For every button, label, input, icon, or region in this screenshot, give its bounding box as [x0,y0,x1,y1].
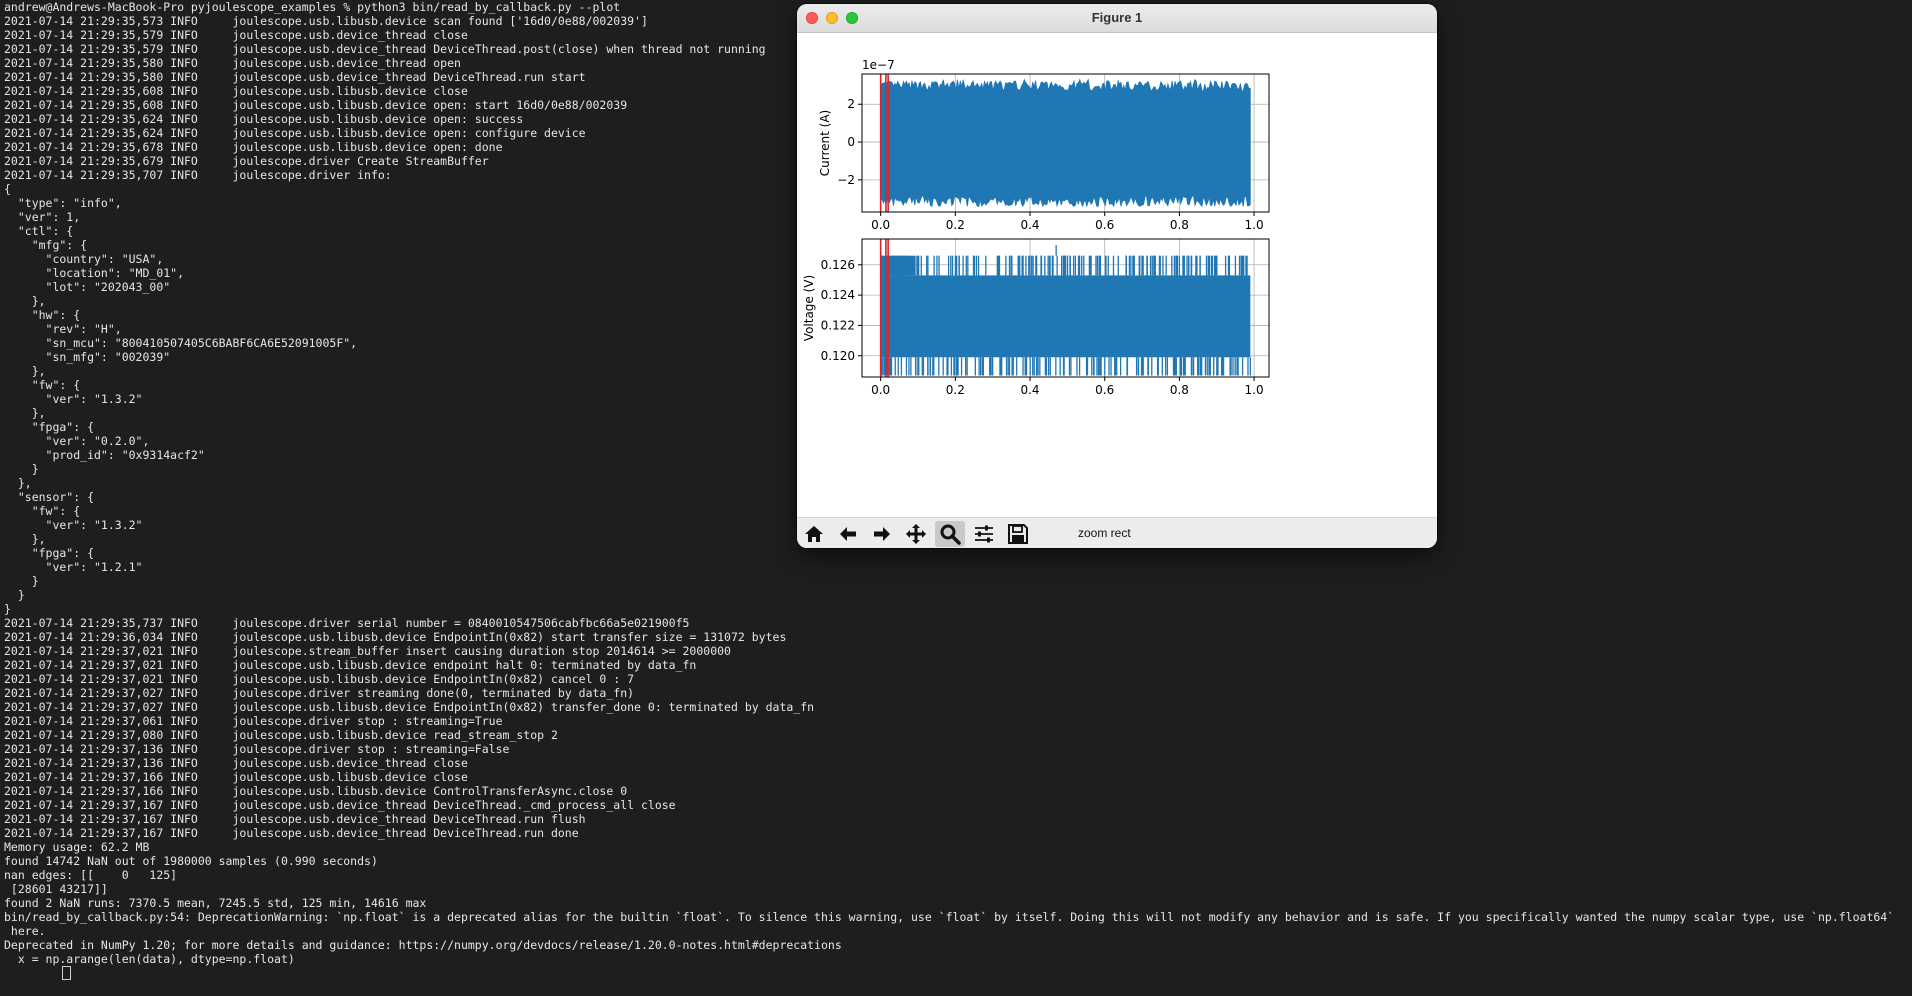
terminal-line: bin/read_by_callback.py:54: DeprecationW… [4,910,1895,924]
current-axes: 0.0 0.2 0.4 0.6 0.8 1.0 −2 0 2 Current (A) 1e−7 [818,58,1270,232]
terminal-line: x = np.arange(len(data), dtype=np.float) [4,952,295,966]
terminal-line: found 14742 NaN out of 1980000 samples (… [4,854,378,868]
x-tick-label: 0.2 [946,383,965,397]
zoom-icon [940,524,961,545]
terminal-line: 2021-07-14 21:29:37,167 INFO joulescope.… [4,812,586,826]
pan-icon [906,524,926,544]
terminal-line: [28601 43217]] [4,882,108,896]
y-tick-label: 0.126 [821,258,855,272]
back-button[interactable] [833,521,863,547]
y-tick-label: 0.122 [821,318,855,332]
voltage-axes: 0.0 0.2 0.4 0.6 0.8 1.0 0.120 0.122 0.124 0.126 Vo… [802,238,1270,397]
forward-arrow-icon [874,527,890,541]
terminal-cursor [62,966,71,980]
configure-subplots-button[interactable] [969,521,999,547]
configure-subplots-icon [975,525,993,543]
current-series-line [880,78,1251,208]
y-axis-label: Voltage (V) [802,275,816,341]
toolbar-status: zoom rect [1078,526,1131,540]
terminal-prompt-line[interactable] [0,966,1912,980]
y-tick-label: −2 [837,173,855,187]
x-tick-label: 0.8 [1170,383,1189,397]
home-icon [805,526,823,542]
terminal-line: 2021-07-14 21:29:37,136 INFO joulescope.… [4,756,468,770]
figure-svg: 0.0 0.2 0.4 0.6 0.8 1.0−202Current (A)1e−70.0… [802,58,1270,397]
window-title: Figure 1 [1091,10,1143,25]
terminal-line: } [4,588,25,602]
terminal-line: found 2 NaN runs: 7370.5 mean, 7245.5 st… [4,896,427,910]
terminal-line: 2021-07-14 21:29:37,166 INFO joulescope.… [4,784,628,798]
plot-canvas[interactable]: 0.0 0.2 0.4 0.6 0.8 1.0 −2 0 2 Current (A) 1e−7 0.0… [797,33,1437,517]
terminal-line: 2021-07-14 21:29:36,034 INFO joulescope.… [4,630,787,644]
terminal-line: Deprecated in NumPy 1.20; for more detai… [4,938,842,952]
home-button[interactable] [799,521,829,547]
save-icon [1008,524,1028,544]
terminal-line: 2021-07-14 21:29:37,021 INFO joulescope.… [4,658,697,672]
x-tick-label: 0.2 [946,218,965,232]
terminal-line: here. [4,924,46,938]
terminal-line: 2021-07-14 21:29:37,136 INFO joulescope.… [4,742,510,756]
voltage-series-band [880,275,1251,358]
terminal-line: } [4,574,39,588]
y-axis-label: Current (A) [818,110,832,176]
terminal-line: 2021-07-14 21:29:37,167 INFO joulescope.… [4,798,676,812]
terminal-line: nan edges: [[ 0 125] [4,868,178,882]
matplotlib-toolbar: zoom rect [797,517,1437,548]
figure-window[interactable]: Figure 1 0.0 0.2 0.4 0.6 0.8 1.0 −2 0 2 Current (… [797,4,1437,548]
terminal-line: 2021-07-14 21:29:37,061 INFO joulescope.… [4,714,503,728]
terminal-line: } [4,602,11,616]
y-tick-label: 0.124 [821,288,855,302]
x-tick-label: 0.8 [1170,218,1189,232]
terminal-line: Memory usage: 62.2 MB [4,840,150,854]
terminal-line: 2021-07-14 21:29:37,080 INFO joulescope.… [4,728,558,742]
x-tick-label: 0.4 [1020,218,1039,232]
x-tick-label: 0.0 [871,383,890,397]
terminal-line: 2021-07-14 21:29:37,167 INFO joulescope.… [4,826,579,840]
x-tick-label: 0.0 [871,218,890,232]
x-tick-label: 0.6 [1095,383,1114,397]
terminal-line: 2021-07-14 21:29:37,027 INFO joulescope.… [4,686,635,700]
terminal-line: 2021-07-14 21:29:37,021 INFO joulescope.… [4,672,635,686]
y-offset-label: 1e−7 [862,58,895,72]
x-tick-label: 1.0 [1245,383,1264,397]
save-button[interactable] [1003,521,1033,547]
terminal-line: 2021-07-14 21:29:35,737 INFO joulescope.… [4,616,690,630]
zoom-button[interactable] [935,521,965,547]
forward-button[interactable] [867,521,897,547]
y-tick-label: 0 [847,135,855,149]
y-tick-label: 2 [847,97,855,111]
window-titlebar[interactable]: Figure 1 [797,4,1437,33]
back-arrow-icon [840,527,856,541]
x-tick-label: 0.4 [1020,383,1039,397]
pan-button[interactable] [901,521,931,547]
x-tick-label: 1.0 [1245,218,1264,232]
terminal-line: 2021-07-14 21:29:37,166 INFO joulescope.… [4,770,468,784]
terminal-line: 2021-07-14 21:29:37,021 INFO joulescope.… [4,644,731,658]
terminal-line: 2021-07-14 21:29:37,027 INFO joulescope.… [4,700,815,714]
x-tick-label: 0.6 [1095,218,1114,232]
y-tick-label: 0.120 [821,349,855,363]
terminal-line: "fpga": { [4,546,95,560]
terminal-line: "ver": "1.2.1" [4,560,143,574]
